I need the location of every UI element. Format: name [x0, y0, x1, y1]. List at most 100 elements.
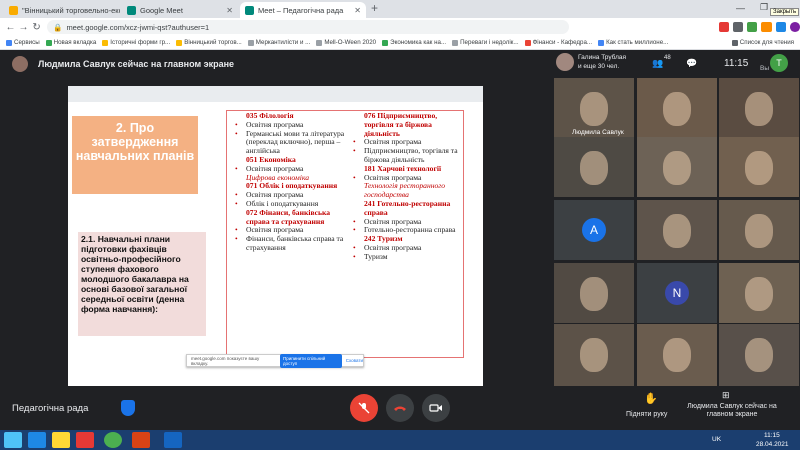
program-item: Фінанси, банківська справа та страхуванн… [233, 234, 345, 253]
tab-vtei[interactable]: "Вінницький торговельно-еко… ✕ [4, 2, 120, 18]
sharing-toast: meet.google.com показуєте вашу вкладку. … [186, 353, 364, 368]
participant-tile[interactable] [719, 78, 799, 138]
language-indicator[interactable]: UK [712, 436, 721, 443]
folder-icon[interactable] [52, 432, 70, 448]
bookmark-2[interactable]: Історичні форми гр... [102, 39, 170, 46]
minimize-button[interactable]: — [736, 3, 745, 13]
reload-icon[interactable]: ↻ [30, 22, 43, 33]
slide-top-band [68, 86, 483, 102]
participant-avatar: A [582, 218, 606, 242]
participant-tile[interactable] [719, 263, 799, 323]
browser-tab-strip: "Вінницький торговельно-еко… ✕ Google Me… [0, 0, 800, 18]
media-icon[interactable] [76, 432, 94, 448]
raise-hand-icon[interactable]: ✋ [644, 392, 658, 405]
specialty-heading: 076 Підприємництво, торгівля та біржова … [364, 111, 438, 138]
bookmark-6[interactable]: Экономика как на... [382, 39, 446, 46]
bookmark-4[interactable]: Меркантилісти и ... [247, 39, 310, 46]
extension-icon[interactable] [775, 22, 786, 32]
participant-video [663, 338, 691, 372]
bookmark-5[interactable]: Mell-O-Ween 2020 [316, 39, 376, 46]
participant-tile[interactable] [637, 200, 717, 260]
address-bar-row: ← → ↻ 🔒 meet.google.com/xcz-jwmi-qst?aut… [0, 18, 800, 36]
programs-left-column: 035 ФілологіяОсвітня програмаГерманські … [233, 111, 345, 253]
leave-call-button[interactable] [386, 394, 414, 422]
raise-hand-label: Підняти руку [626, 411, 668, 418]
maximize-button[interactable]: ❐ [760, 2, 768, 13]
ie-icon[interactable] [28, 432, 46, 448]
meet-header: Людмила Савлук сейчас на главном экране … [0, 50, 800, 78]
participant-tile[interactable]: A [554, 200, 634, 260]
participant-tile[interactable] [637, 324, 717, 386]
new-tab-button[interactable]: + [371, 1, 378, 15]
hide-link[interactable]: Сховати [346, 358, 363, 363]
slide-title: 2. Про затвердження навчальних планів [72, 116, 198, 194]
stop-sharing-button[interactable]: Припинити спільний доступ [279, 353, 342, 368]
extension-icon[interactable] [732, 22, 744, 32]
taskbar-date: 28.04.2021 [756, 441, 789, 448]
participant-tile[interactable] [719, 137, 799, 197]
bookmark-3[interactable]: Вінницький торгов... [176, 39, 242, 46]
reading-list[interactable]: Список для чтения [731, 39, 794, 46]
back-arrow-icon[interactable]: ← [4, 22, 17, 33]
bookmark-7[interactable]: Переваги і недолік... [452, 39, 519, 46]
participant-avatar: N [665, 281, 689, 305]
extension-icon[interactable] [747, 22, 758, 32]
tab-meet-pedrada[interactable]: Meet – Педагогічна рада ✕ [240, 2, 366, 18]
people-icon[interactable]: 👥 [652, 58, 663, 69]
pinned-name: Галина Трублая [578, 54, 627, 61]
program-item: Освітня програма [233, 164, 345, 174]
tab-google-meet[interactable]: Google Meet ✕ [122, 2, 238, 18]
participant-tile[interactable]: Людмила Савлук [554, 78, 634, 138]
shield-icon[interactable] [121, 400, 135, 416]
participant-tile[interactable]: N [637, 263, 717, 323]
extension-icon[interactable] [761, 22, 772, 32]
chat-icon[interactable]: 💬 [686, 58, 697, 69]
participant-video [745, 151, 773, 185]
pinned-more: и еще 30 чел. [578, 63, 620, 70]
bookmark-apps[interactable]: Сервисы [6, 39, 40, 46]
participant-tile[interactable] [637, 137, 717, 197]
lock-icon: 🔒 [53, 22, 63, 32]
mic-off-button[interactable] [350, 394, 378, 422]
user-avatar[interactable]: T [770, 54, 788, 72]
specialty-heading: 241 Готельно-ресторанна справа [364, 198, 451, 217]
participant-video [745, 338, 773, 372]
hang-up-icon [394, 406, 406, 411]
participant-video [745, 277, 773, 311]
program-item: Туризм [351, 252, 463, 262]
bookmark-new-tab[interactable]: Новая вкладка [45, 39, 96, 46]
bookmark-8[interactable]: Фінанси - Кафедра... [524, 39, 592, 46]
meet-favicon-icon [127, 5, 136, 15]
close-icon[interactable]: ✕ [354, 6, 361, 15]
participant-video [663, 214, 691, 248]
participant-tile[interactable] [554, 324, 634, 386]
extension-icon[interactable] [718, 22, 729, 32]
participant-video [580, 151, 608, 185]
presenter-banner: Людмила Савлук сейчас на главном экране [38, 59, 235, 69]
participant-tile[interactable] [554, 137, 634, 197]
windows-taskbar: UK 11:15 28.04.2021 [0, 430, 800, 450]
start-icon[interactable] [4, 432, 22, 448]
bookmarks-bar: Сервисы Новая вкладка Історичні форми гр… [0, 36, 800, 50]
participant-tile[interactable] [719, 324, 799, 386]
present-icon[interactable]: ⊞ [722, 390, 730, 401]
program-item: Підприємництво, торгівля та біржова діял… [351, 146, 463, 165]
url-field[interactable]: 🔒 meet.google.com/xcz-jwmi-qst?authuser=… [47, 20, 569, 34]
present-label: Людмила Савлук сейчас на главном экране [687, 403, 777, 418]
forward-arrow-icon[interactable]: → [17, 22, 30, 33]
participant-video [580, 92, 608, 126]
powerpoint-icon[interactable] [132, 432, 150, 448]
participant-tile[interactable] [554, 263, 634, 323]
meeting-name: Педагогічна рада [12, 403, 89, 414]
profile-avatar[interactable] [789, 22, 800, 32]
bookmark-9[interactable]: Как стать миллионе... [598, 39, 668, 46]
programs-box: 035 ФілологіяОсвітня програмаГерманські … [226, 110, 464, 358]
participant-tile[interactable] [637, 78, 717, 138]
word-icon[interactable] [164, 432, 182, 448]
camera-icon [429, 404, 442, 412]
chrome-icon[interactable] [104, 432, 122, 448]
camera-button[interactable] [422, 394, 450, 422]
participant-video [663, 151, 691, 185]
close-icon[interactable]: ✕ [226, 6, 233, 15]
participant-tile[interactable] [719, 200, 799, 260]
